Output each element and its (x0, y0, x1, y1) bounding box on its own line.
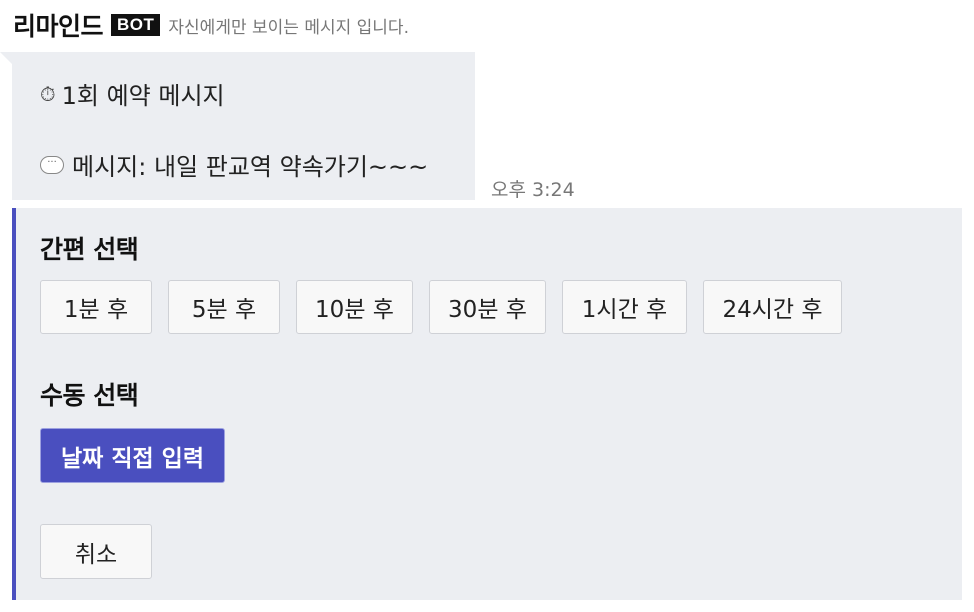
option-5min-button[interactable]: 5분 후 (168, 280, 280, 334)
speech-bubble-icon: ··· (40, 155, 64, 174)
manual-select-title: 수동 선택 (40, 381, 139, 410)
quick-select-title: 간편 선택 (40, 235, 139, 264)
option-10min-button[interactable]: 10분 후 (296, 280, 413, 334)
option-24hour-button[interactable]: 24시간 후 (703, 280, 842, 334)
option-30min-button[interactable]: 30분 후 (429, 280, 546, 334)
message-content: 메시지: 내일 판교역 약속가기~~~ (72, 153, 429, 181)
visibility-notice: 자신에게만 보이는 메시지 입니다. (168, 17, 409, 38)
message-line-title: ⏱ 1회 예약 메시지 (40, 76, 225, 111)
timestamp: 오후 3:24 (491, 179, 575, 201)
option-1min-button[interactable]: 1분 후 (40, 280, 152, 334)
message-header: 리마인드 BOT 자신에게만 보이는 메시지 입니다. (13, 7, 409, 43)
message-title: 1회 예약 메시지 (61, 82, 225, 110)
option-1hour-button[interactable]: 1시간 후 (562, 280, 687, 334)
message-line-content: ··· 메시지: 내일 판교역 약속가기~~~ (40, 147, 428, 182)
bot-badge: BOT (111, 14, 161, 36)
stopwatch-icon: ⏱ (40, 81, 56, 106)
cancel-button[interactable]: 취소 (40, 524, 152, 579)
sender-name[interactable]: 리마인드 (13, 7, 104, 43)
bubble-tail (0, 52, 12, 64)
message-bubble: ⏱ 1회 예약 메시지 ··· 메시지: 내일 판교역 약속가기~~~ (12, 52, 475, 200)
enter-date-button[interactable]: 날짜 직접 입력 (40, 428, 225, 483)
reminder-options-panel: 간편 선택 1분 후 5분 후 10분 후 30분 후 1시간 후 24시간 후… (12, 208, 962, 600)
